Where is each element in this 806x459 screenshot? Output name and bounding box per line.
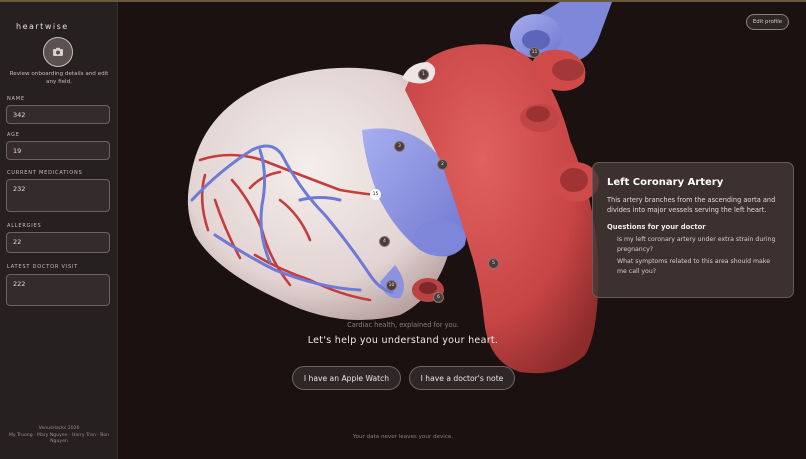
marker-15-selected[interactable]: 15 [370,189,381,200]
name-label: NAME [7,96,25,102]
allergies-label: ALLERGIES [7,223,42,229]
doctor-visit-label: LATEST DOCTOR VISIT [7,264,79,270]
marker-5[interactable]: 5 [488,258,499,269]
info-card-description: This artery branches from the ascending … [607,196,776,214]
marker-4[interactable]: 4 [379,236,390,247]
info-card: Left Coronary Artery This artery branche… [592,162,794,298]
marker-10[interactable]: 10 [386,280,397,291]
allergies-field[interactable]: 22 [6,232,110,253]
camera-icon [52,43,64,62]
hero-subtitle: Cardiac health, explained for you. [347,321,459,329]
profile-sidebar: heartwise Review onboarding details and … [0,2,118,459]
marker-2[interactable]: 2 [437,159,448,170]
doctor-visit-field[interactable]: 222 [6,274,110,306]
marker-1[interactable]: 1 [418,69,429,80]
apple-watch-button[interactable]: I have an Apple Watch [292,366,401,390]
doctor-note-button[interactable]: I have a doctor's note [409,366,515,390]
credits-team: My Truong · Mary Nguyen · Harry Tran · B… [8,432,110,445]
avatar-upload-button[interactable] [43,37,73,67]
marker-11[interactable]: 11 [529,47,540,58]
age-field[interactable]: 19 [6,141,110,160]
hero-headline: Let's help you understand your heart. [307,335,499,346]
question-item: Is my left coronary artery under extra s… [617,236,776,253]
name-field[interactable]: 342 [6,105,110,124]
marker-3[interactable]: 3 [394,141,405,152]
edit-profile-button[interactable]: Edit profile [746,14,789,30]
question-item: What symptoms related to this area shoul… [617,258,771,275]
age-label: AGE [7,132,20,138]
onboarding-hint: Review onboarding details and edit any f… [9,71,109,85]
info-card-title: Left Coronary Artery [607,177,724,188]
medications-field[interactable]: 232 [6,179,110,212]
medications-label: CURRENT MEDICATIONS [7,170,83,176]
marker-6[interactable]: 6 [433,292,444,303]
questions-heading: Questions for your doctor [607,223,706,231]
privacy-note: Your data never leaves your device. [352,434,454,440]
credits: VenusHacks 2026 My Truong · Mary Nguyen … [4,426,114,446]
app-logo: heartwise [16,22,69,31]
